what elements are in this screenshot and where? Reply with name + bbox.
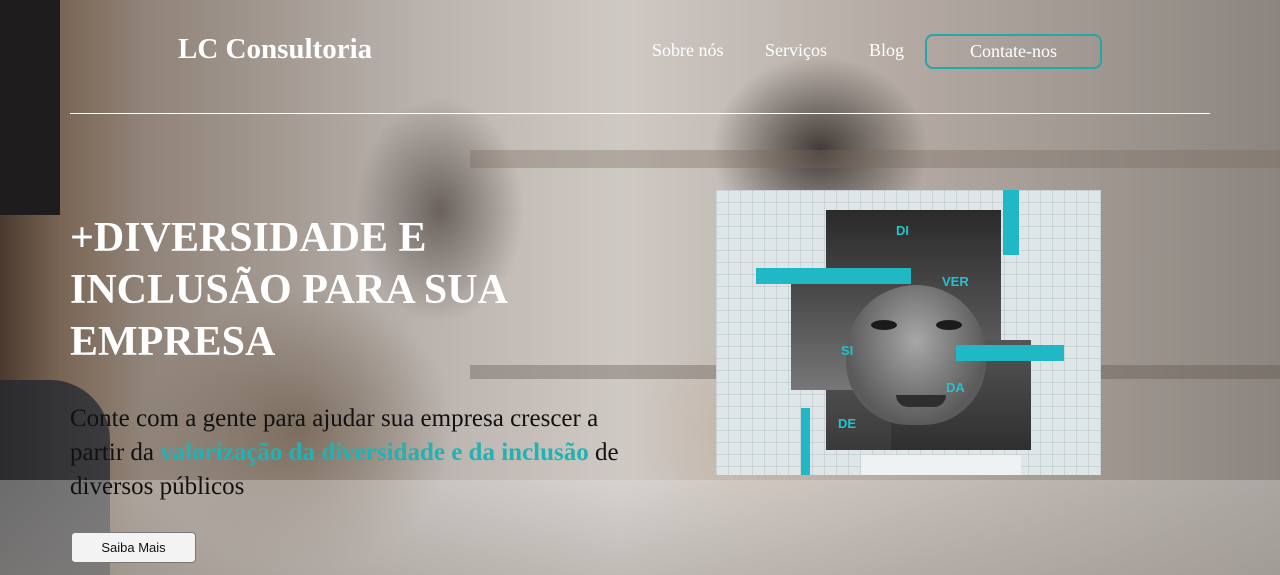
collage-teal-bar (1003, 190, 1019, 255)
collage-white-strip (861, 455, 1021, 475)
collage-label: DA (946, 380, 965, 395)
frosted-glass-band (470, 150, 1280, 168)
collage-eye (871, 320, 897, 330)
nav-divider (70, 113, 1210, 114)
collage-eye (936, 320, 962, 330)
nav-link-blog[interactable]: Blog (869, 40, 904, 61)
hero-description: Conte com a gente para ajudar sua empres… (70, 402, 630, 504)
collage-teal-bar (956, 345, 1064, 361)
saiba-mais-button[interactable]: Saiba Mais (71, 532, 196, 563)
collage-teal-bar (756, 268, 911, 284)
collage-label: DI (896, 223, 909, 238)
contact-button[interactable]: Contate-nos (925, 34, 1102, 69)
hero-text-highlight: valorização da diversidade e da inclusão (160, 439, 589, 466)
collage-mouth (896, 395, 946, 407)
collage-label: VER (942, 274, 969, 289)
diversity-collage-image: DI VER SI DA DE (716, 190, 1101, 475)
brand-logo[interactable]: LC Consultoria (178, 33, 372, 66)
collage-label: DE (838, 416, 857, 431)
collage-teal-bar (801, 408, 810, 475)
hero-title: +DIVERSIDADE E INCLUSÃO PARA SUA EMPRESA (70, 215, 506, 365)
nav-link-sobre-nos[interactable]: Sobre nós (652, 40, 724, 61)
nav-link-servicos[interactable]: Serviços (765, 40, 827, 61)
top-navigation: LC Consultoria Sobre nós Serviços Blog C… (0, 0, 1280, 114)
collage-label: SI (841, 343, 854, 358)
